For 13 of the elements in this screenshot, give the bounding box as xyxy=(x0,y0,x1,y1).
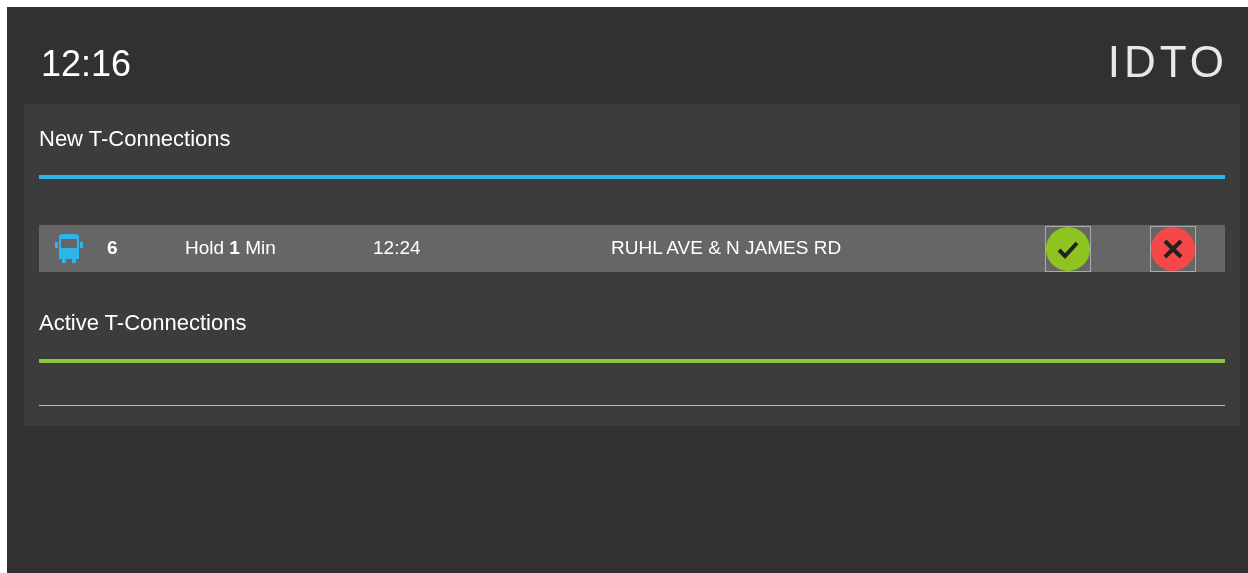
logo: IDTO xyxy=(1107,37,1228,86)
stop-name: RUHL AVE & N JAMES RD xyxy=(611,236,843,261)
checkmark-icon xyxy=(1046,226,1090,271)
bus-icon xyxy=(55,233,83,264)
reject-button[interactable] xyxy=(1150,225,1196,272)
accept-button[interactable] xyxy=(1045,225,1091,272)
section-title: Active T-Connections xyxy=(39,309,248,337)
departure-time: 12:24 xyxy=(373,236,422,261)
clock-time: 12:16 xyxy=(41,42,132,86)
route-number: 6 xyxy=(107,236,119,261)
close-icon xyxy=(1151,226,1195,271)
hold-time: Hold 1 Min xyxy=(185,236,277,261)
section-title: New T-Connections xyxy=(39,125,232,153)
